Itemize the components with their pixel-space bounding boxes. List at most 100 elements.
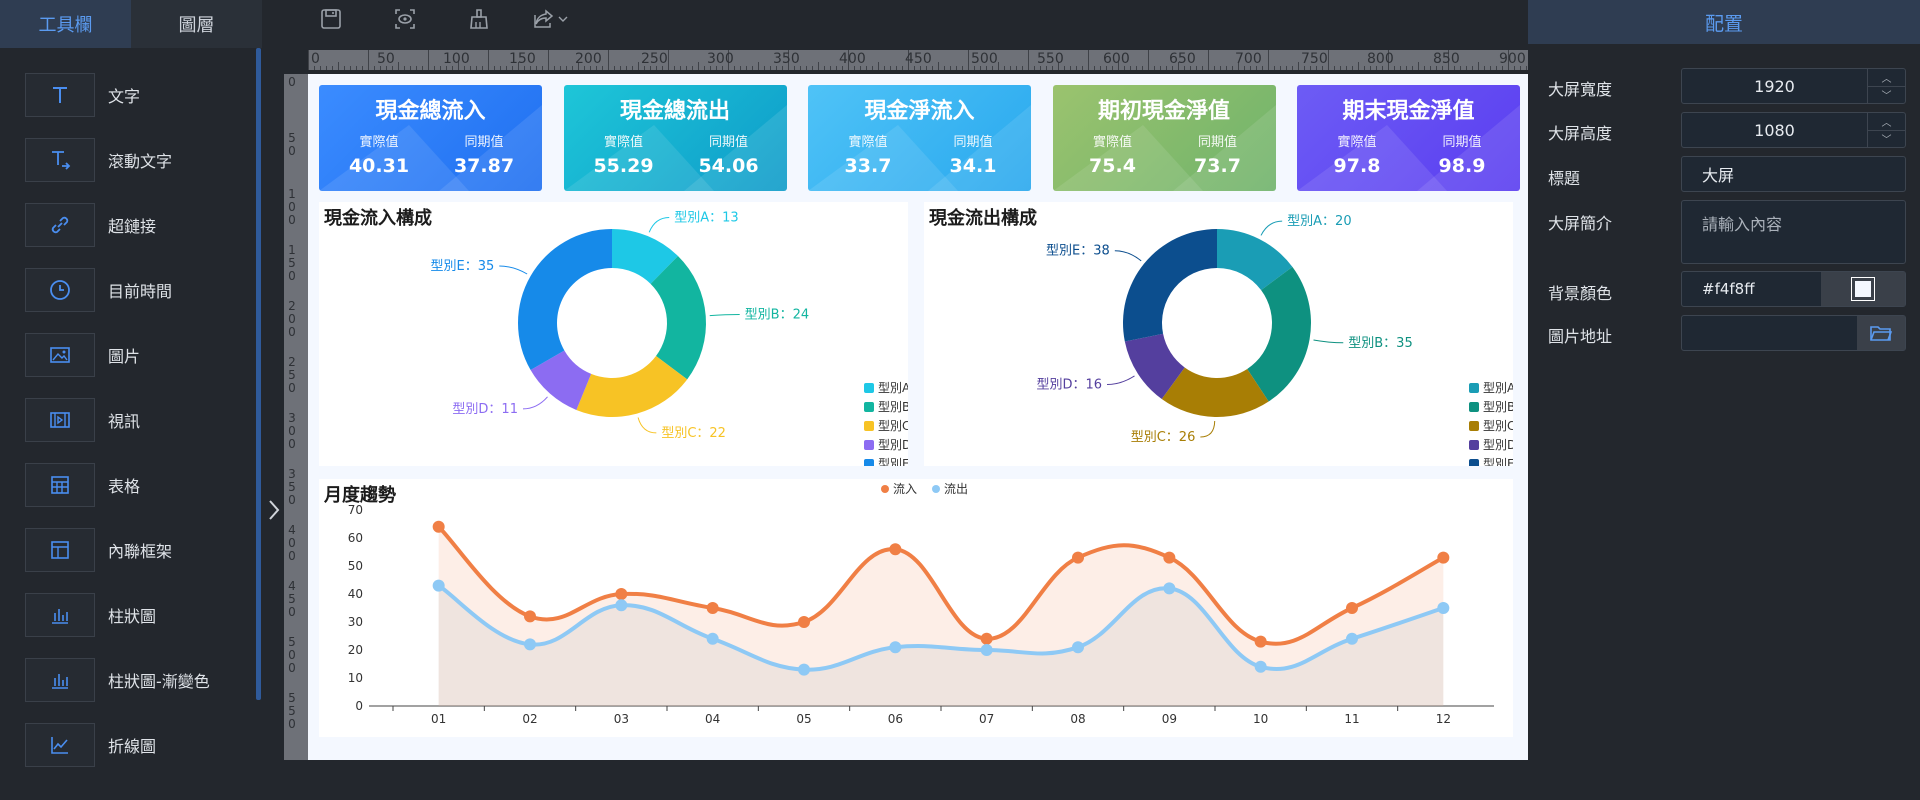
tab-layers[interactable]: 圖層 [131,0,262,48]
ruler-tick [1088,50,1089,70]
image-url-input[interactable] [1681,315,1906,351]
collapse-panel-button[interactable] [262,480,286,540]
ruler-label: 500 [288,635,296,675]
data-point[interactable] [432,520,445,533]
pie-slice[interactable] [1247,266,1311,402]
intro-textarea[interactable]: 請輸入內容 [1681,200,1906,264]
width-stepper[interactable]: ︿ ﹀ [1867,69,1905,103]
legend-label: 型別B [1483,400,1513,414]
data-point[interactable] [1072,551,1084,564]
data-point[interactable] [798,663,810,676]
screen-canvas[interactable]: 現金總流入 實際值 同期值 40.31 37.87 現金總流出 實際值 同期值 55.29 54.… [308,74,1528,760]
pie-panel-outflow[interactable]: 現金流出構成 型別A：20 型別B：35 型別C：26 型別D：16 型別E：38 型別A… [924,202,1513,466]
ruler-tick [1220,66,1221,70]
widget-text[interactable]: 文字 [0,62,252,127]
pie-slice[interactable] [518,229,612,370]
legend-label: 型別C [1483,419,1513,433]
save-button[interactable] [311,4,351,34]
data-point[interactable] [980,632,993,645]
widget-scroll-text[interactable]: 滾動文字 [0,127,252,192]
chevron-down-icon[interactable]: ﹀ [1868,131,1905,148]
widget-label: 表格 [108,476,141,496]
bar-chart-gradient-icon [52,673,68,689]
data-point[interactable] [1254,660,1267,673]
ruler-tick [1334,66,1335,70]
data-point[interactable] [1254,635,1267,648]
color-picker[interactable] [1821,272,1905,306]
export-button[interactable] [525,4,575,34]
widget-link[interactable]: 超鏈接 [0,192,252,257]
ruler-tick [560,66,561,70]
data-point[interactable] [706,602,719,614]
data-point[interactable] [889,641,902,654]
trend-panel[interactable]: 月度趨勢 0 10 20 30 40 50 60 70 01 02 03 04 05 06 07 08 09 10… [319,479,1513,737]
legend-label: 型別D [1483,438,1513,452]
data-point[interactable] [1163,551,1176,564]
widget-clock[interactable]: 目前時間 [0,257,252,322]
export-icon [534,9,554,28]
widget-line-chart[interactable]: 折線圖 [0,712,252,777]
data-point[interactable] [1437,551,1450,564]
data-point[interactable] [980,644,993,656]
data-point[interactable] [1346,632,1358,645]
ruler-tick [1010,66,1011,70]
left-scrollbar[interactable] [256,48,261,700]
ruler-tick [824,66,825,70]
ruler-tick [422,66,423,70]
folder-button[interactable] [1857,316,1905,350]
y-tick-label: 50 [348,559,363,573]
x-tick-label: 10 [1253,712,1268,726]
kpi-card[interactable]: 期末現金淨值 實際值 同期值 97.8 98.9 [1297,85,1520,191]
chevron-up-icon[interactable]: ︿ [1868,69,1905,87]
width-input[interactable]: 1920 ︿ ﹀ [1681,68,1906,104]
ruler-tick [356,66,357,70]
widget-video[interactable]: 視訊 [0,387,252,452]
data-point[interactable] [889,543,902,556]
chevron-up-icon[interactable]: ︿ [1868,113,1905,131]
ruler-tick [1358,62,1359,70]
preview-button[interactable] [385,4,425,34]
kpi-card[interactable]: 現金總流出 實際值 同期值 55.29 54.06 [563,85,787,191]
kpi-card[interactable]: 現金淨流入 實際值 同期值 33.7 34.1 [808,85,1031,191]
ruler-label: 550 [1037,51,1064,67]
data-point[interactable] [1346,602,1358,614]
height-stepper[interactable]: ︿ ﹀ [1867,113,1905,147]
widget-table[interactable]: 表格 [0,452,252,517]
data-point[interactable] [798,616,810,628]
ruler-tick [1142,66,1143,70]
save-icon [321,9,341,29]
widget-iframe[interactable]: 內聯框架 [0,517,252,582]
data-point[interactable] [615,588,628,600]
data-point[interactable] [524,638,536,651]
ruler-tick [344,66,345,70]
data-point[interactable] [524,610,536,623]
title-input[interactable]: 大屏 [1681,156,1906,192]
data-point[interactable] [1437,602,1450,614]
title-value: 大屏 [1702,166,1735,185]
bgcolor-input[interactable]: #f4f8ff [1681,271,1906,307]
ruler-tick [1466,66,1467,70]
chevron-down-icon[interactable]: ﹀ [1868,87,1905,104]
data-point[interactable] [1163,582,1176,595]
pie-panel-inflow[interactable]: 現金流入構成 型別A：13 型別B：24 型別C：22 型別D：11 型別E：35 型別A… [319,202,908,466]
widget-bar-chart-gradient[interactable]: 柱狀圖-漸變色 [0,647,252,712]
pie-slice[interactable] [1123,229,1217,342]
data-point[interactable] [432,579,445,592]
ruler-tick [1064,66,1065,70]
data-point[interactable] [1072,641,1084,654]
data-point[interactable] [706,632,719,645]
tab-toolbox[interactable]: 工具欄 [0,0,131,48]
widget-image[interactable]: 圖片 [0,322,252,387]
ruler-tick [1154,66,1155,70]
widget-bar-chart[interactable]: 柱狀圖 [0,582,252,647]
legend-label[interactable]: 流入 [893,482,917,496]
ruler-label: 500 [971,51,998,67]
data-point[interactable] [615,599,628,612]
kpi-card[interactable]: 現金總流入 實際值 同期值 40.31 37.87 [319,85,542,191]
kpi-card[interactable]: 期初現金淨值 實際值 同期值 75.4 73.7 [1052,85,1276,191]
height-input[interactable]: 1080 ︿ ﹀ [1681,112,1906,148]
clean-button[interactable] [459,4,499,34]
ruler-tick [602,66,603,70]
legend-label[interactable]: 流出 [944,482,968,496]
slice-label: 型別D：16 [1036,378,1102,393]
